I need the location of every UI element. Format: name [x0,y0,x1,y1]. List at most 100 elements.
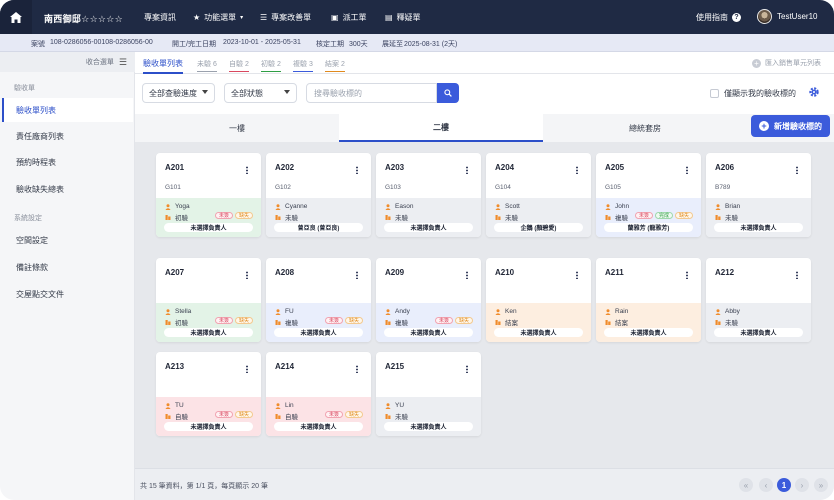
floor-tab-suite[interactable]: 總統套房 [543,114,747,142]
owner-select[interactable]: 企鵝 (顏碧愛) [494,223,583,232]
add-target-button[interactable]: + 新增驗收標的 [751,115,830,137]
unit-person: John [605,203,629,210]
owner-select[interactable]: 曾亞良 (曾亞良) [274,223,363,232]
more-options-icon[interactable] [466,365,468,373]
status-select[interactable]: 全部狀態 [224,83,297,103]
unit-person: TU [165,402,184,409]
more-options-icon[interactable] [686,166,688,174]
help-link[interactable]: 使用指南 ? [696,12,741,23]
gear-icon[interactable] [808,86,820,98]
search-button[interactable] [437,83,459,103]
owner-select[interactable]: 未選擇負責人 [274,422,363,431]
subtab-status[interactable]: 複驗 3 [293,59,313,72]
floor-tabs: 一樓 二樓 總統套房 + 新增驗收標的 [135,114,834,142]
more-options-icon[interactable] [796,271,798,279]
home-button[interactable] [0,0,32,34]
sidebar-item-acceptance-list[interactable]: 驗收單列表 [2,98,133,122]
unit-card[interactable]: A210 Ken 結案 未選擇負責人 [486,258,591,342]
sidebar-item-terms[interactable]: 備註條款 [2,255,133,279]
owner-select[interactable]: 未選擇負責人 [274,328,363,337]
subtab-status[interactable]: 結案 2 [325,59,345,72]
more-options-icon[interactable] [796,166,798,174]
only-mine-toggle[interactable]: 僅顯示我的驗收標的 [710,88,796,99]
floor-tab-1f[interactable]: 一樓 [135,114,339,142]
more-options-icon[interactable] [686,271,688,279]
app-window: 南西御邸☆☆☆☆☆ 專案資訊 ★ 功能選單 ▾ ☰ 專案改善單 ▣ 派工單 ▤ … [0,0,834,500]
unit-card[interactable]: A211 Rain 結案 未選擇負責人 [596,258,701,342]
unit-status: 複驗 [275,317,298,327]
status-badge: 缺失 [234,212,253,219]
unit-card[interactable]: A207 Stella 初驗 未簽 缺失 未選擇負責人 [156,258,261,342]
owner-select[interactable]: 未選擇負責人 [164,223,253,232]
pager-nav-button[interactable]: ‹ [759,478,773,492]
subtab-status[interactable]: 自驗 2 [229,59,249,72]
nav-improvement[interactable]: ☰ 專案改善單 [260,12,311,23]
sidebar-item-defects[interactable]: 驗收缺失總表 [2,177,133,201]
sidebar-item-vendors[interactable]: 責任廠商列表 [2,124,133,148]
unit-card[interactable]: A208 FU 複驗 未簽 缺失 未選擇負責人 [266,258,371,342]
subtab-status[interactable]: 初驗 2 [261,59,281,72]
only-mine-checkbox[interactable] [710,89,719,98]
unit-card[interactable]: A212 Abby 未驗 未選擇負責人 [706,258,811,342]
unit-card[interactable]: A204 G104 Scott 未驗 企鵝 (顏碧愛) [486,153,591,237]
owner-select[interactable]: 未選擇負責人 [164,422,253,431]
sidebar-item-spaces[interactable]: 空間設定 [2,228,133,252]
import-units-button[interactable]: + 匯入銷售單元列表 [752,58,821,68]
search-input[interactable]: 搜尋驗收標的 [306,83,437,103]
person-icon [385,308,391,315]
unit-person-name: John [615,203,630,210]
unit-card[interactable]: A215 YU 未驗 未選擇負責人 [376,352,481,436]
progress-select[interactable]: 全部查驗進度 [142,83,215,103]
unit-card[interactable]: A205 G105 John 複驗 未簽 完成 缺失 蘭雅芳 (龍雅芳) [596,153,701,237]
collapse-menu-button[interactable]: 收合選單 ☰ [0,52,135,72]
owner-select[interactable]: 未選擇負責人 [494,328,583,337]
pager-nav-button[interactable]: « [739,478,753,492]
owner-select[interactable]: 未選擇負責人 [164,328,253,337]
more-options-icon[interactable] [246,365,248,373]
more-options-icon[interactable] [356,166,358,174]
unit-card[interactable]: A201 G101 Yoga 初驗 未簽 缺失 未選擇負責人 [156,153,261,237]
unit-card[interactable]: A202 G102 Cyanne 未驗 曾亞良 (曾亞良) [266,153,371,237]
sidebar-item-handover-docs[interactable]: 交屋點交文件 [2,282,133,306]
owner-select[interactable]: 未選擇負責人 [714,328,803,337]
more-options-icon[interactable] [356,365,358,373]
unit-code: G101 [165,184,181,191]
more-options-icon[interactable] [356,271,358,279]
nav-project-info[interactable]: 專案資訊 [144,12,176,23]
unit-status-label: 未驗 [505,215,518,222]
tab-acceptance-list[interactable]: 驗收單列表 [143,58,183,74]
more-options-icon[interactable] [576,166,578,174]
owner-select[interactable]: 未選擇負責人 [384,223,473,232]
plus-icon: + [752,58,761,68]
owner-select[interactable]: 未選擇負責人 [714,223,803,232]
owner-select[interactable]: 未選擇負責人 [384,328,473,337]
unit-card[interactable]: A203 G103 Eason 未驗 未選擇負責人 [376,153,481,237]
subtab-status[interactable]: 未驗 6 [197,59,217,72]
owner-select[interactable]: 未選擇負責人 [384,422,473,431]
building-icon [495,215,501,220]
unit-person: Ken [495,308,517,315]
pager-nav-button[interactable]: › [795,478,809,492]
owner-select[interactable]: 未選擇負責人 [604,328,693,337]
more-options-icon[interactable] [466,271,468,279]
unit-name: A210 [495,268,515,277]
more-options-icon[interactable] [246,166,248,174]
extension-label: 展延至 [382,41,403,48]
more-options-icon[interactable] [246,271,248,279]
floor-tab-2f[interactable]: 二樓 [339,114,543,142]
nav-function-menu[interactable]: ★ 功能選單 ▾ [193,12,243,23]
unit-card[interactable]: A206 B789 Brian 未驗 未選擇負責人 [706,153,811,237]
unit-card[interactable]: A214 Lin 自驗 未簽 缺失 未選擇負責人 [266,352,371,436]
owner-select[interactable]: 蘭雅芳 (龍雅芳) [604,223,693,232]
more-options-icon[interactable] [466,166,468,174]
sidebar-item-schedule[interactable]: 預約時程表 [2,150,133,174]
page-number[interactable]: 1 [777,478,791,492]
unit-card[interactable]: A209 Andy 複驗 未簽 缺失 未選擇負責人 [376,258,481,342]
more-options-icon[interactable] [576,271,578,279]
unit-card[interactable]: A213 TU 自驗 未簽 缺失 未選擇負責人 [156,352,261,436]
nav-dispatch[interactable]: ▣ 派工單 [331,12,367,23]
nav-clarification[interactable]: ▤ 釋疑單 [385,12,421,23]
user-menu[interactable]: TestUser10 [757,9,817,24]
pager-nav-button[interactable]: » [814,478,828,492]
project-title[interactable]: 南西御邸☆☆☆☆☆ [44,12,123,25]
